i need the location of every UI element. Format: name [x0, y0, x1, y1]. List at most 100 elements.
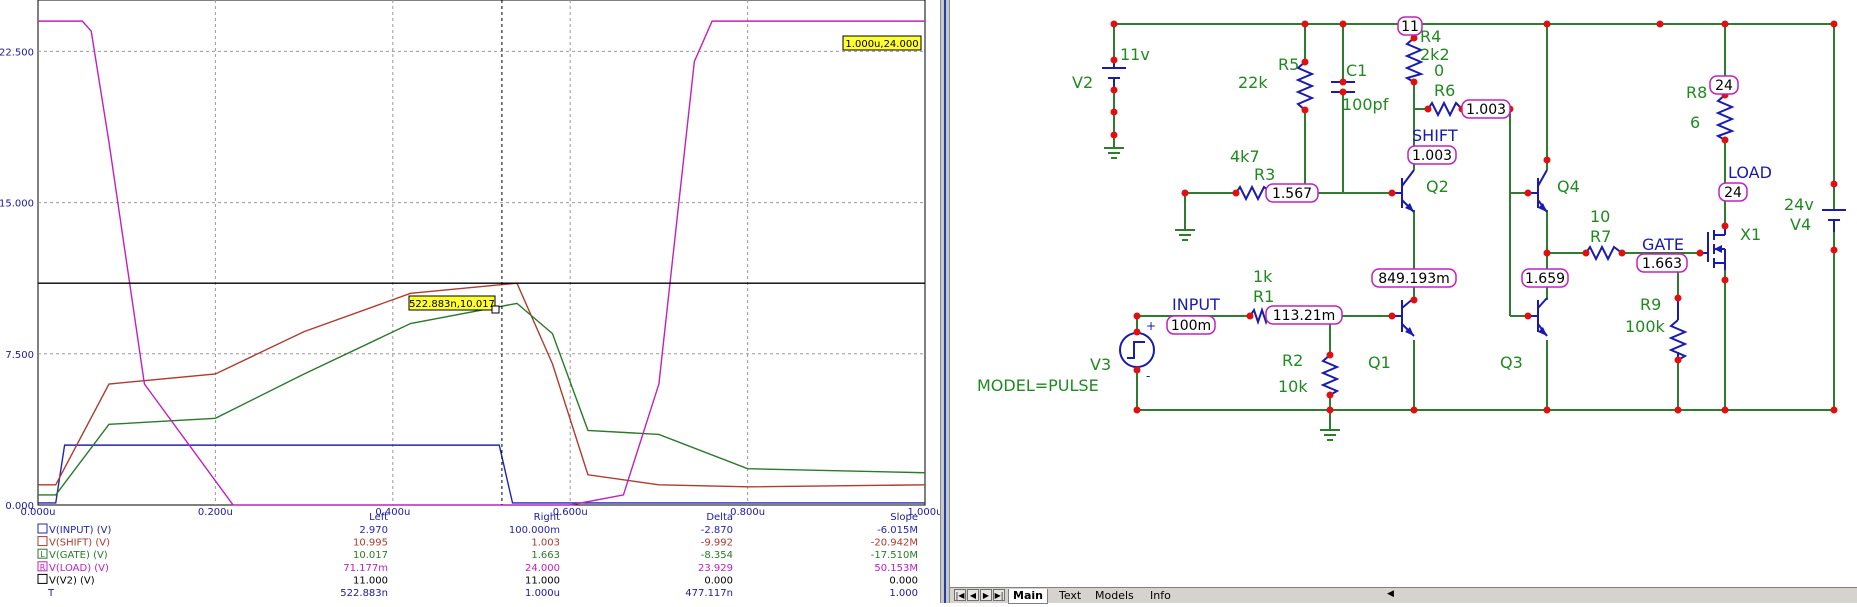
r1-value: 1k	[1253, 267, 1273, 286]
r6-label: R6	[1434, 81, 1455, 100]
node-q1: 849.193m	[1378, 271, 1450, 287]
table-row-name: V(LOAD) (V)	[49, 563, 109, 574]
r9-value: 100k	[1625, 317, 1666, 336]
sheet-tab-bar: |◀ ◀ ▶ ▶| Main Text Models Info ◀	[950, 587, 1857, 604]
table-cell: -6.015M	[877, 525, 918, 536]
table-row-name: V(SHIFT) (V)	[49, 538, 110, 549]
y-tick-label: 0.000	[5, 501, 34, 512]
cursor-marker: R	[40, 563, 46, 572]
table-row-name: V(GATE) (V)	[49, 550, 108, 561]
node-r4: 11	[1401, 19, 1419, 35]
r8-label: R8	[1686, 83, 1707, 102]
r8-value: 6	[1690, 113, 1700, 132]
r4-label: R4	[1420, 27, 1441, 46]
table-header: Slope	[890, 512, 918, 523]
transient-plot[interactable]: 0.000u 0.200u 0.400u 0.600u 0.800u 1.000u0.00…	[0, 0, 942, 603]
node-r3: 1.567	[1272, 186, 1312, 202]
load-label: LOAD	[1728, 163, 1772, 182]
r5-label: R5	[1278, 55, 1299, 74]
series-swatch[interactable]	[37, 573, 48, 584]
table-cell: 1.663	[531, 550, 560, 561]
r9-label: R9	[1640, 295, 1661, 314]
node-load: 24	[1724, 185, 1742, 201]
table-cell: 10.017	[353, 550, 388, 561]
table-cell: 522.883n	[340, 588, 388, 599]
table-cell: -17.510M	[871, 550, 918, 561]
table-cell: -20.942M	[871, 538, 918, 549]
v4-value: 24v	[1784, 195, 1814, 214]
tab-models[interactable]: Models	[1091, 589, 1138, 603]
svg-text:522.883n,10.017: 522.883n,10.017	[409, 299, 495, 310]
r7-label: R7	[1590, 227, 1611, 246]
cursor-table: Left Right Delta Slope V(INPUT) (V) 2.970 100.…	[37, 512, 918, 599]
tab-info[interactable]: Info	[1146, 589, 1175, 603]
v2-value: 11v	[1120, 45, 1150, 64]
table-row-name: V(V2) (V)	[49, 575, 95, 586]
plot-pane[interactable]: 0.000u 0.200u 0.400u 0.600u 0.800u 1.000u 0.00…	[0, 0, 942, 603]
table-cell: 50.153M	[874, 563, 918, 574]
table-cell: 1.000u	[525, 588, 560, 599]
table-header: Right	[534, 512, 560, 523]
x-tick-label: 0.800u	[730, 507, 765, 518]
c1-value: 100pf	[1342, 95, 1389, 114]
table-cell: 11.000	[353, 575, 388, 586]
cursor-handle[interactable]	[491, 305, 500, 314]
r3-value: 4k7	[1230, 147, 1260, 166]
schematic-pane[interactable]: V2 11v R5 22k C1 100pf R4 2k2 0 R6 4k7 R…	[950, 0, 1857, 603]
table-cell: -8.354	[701, 550, 733, 561]
table-cell: -9.992	[701, 538, 733, 549]
first-tab-button[interactable]: |◀	[954, 589, 966, 601]
v3-plus: +	[1146, 319, 1156, 333]
node-input: 100m	[1171, 318, 1211, 334]
table-row-name: T	[47, 588, 55, 599]
node-r6: 1.003	[1466, 102, 1506, 118]
q3-label: Q3	[1500, 353, 1523, 372]
table-cell: 23.929	[698, 563, 733, 574]
x-tick-label: 0.200u	[198, 507, 233, 518]
tab-main[interactable]: Main	[1008, 589, 1048, 604]
table-cell: 0.000	[704, 575, 733, 586]
gate-label: GATE	[1642, 235, 1684, 254]
series-swatch[interactable]	[37, 523, 48, 534]
tab-text[interactable]: Text	[1055, 589, 1085, 603]
r7-value: 10	[1590, 207, 1610, 226]
table-cell: 1.003	[531, 538, 560, 549]
c1-label: C1	[1346, 61, 1367, 80]
table-cell: 10.995	[353, 538, 388, 549]
r2-value: 10k	[1278, 377, 1308, 396]
next-tab-button[interactable]: ▶	[980, 589, 992, 601]
svg-text:1.000u,24.000: 1.000u,24.000	[845, 39, 918, 50]
q1-label: Q1	[1368, 353, 1391, 372]
v2-label: V2	[1072, 73, 1093, 92]
node-q3: 1.659	[1525, 271, 1565, 287]
v3-model: MODEL=PULSE	[977, 376, 1099, 395]
node-gate: 1.663	[1642, 256, 1682, 272]
v3-label: V3	[1090, 355, 1111, 374]
input-label: INPUT	[1172, 295, 1220, 314]
q2-label: Q2	[1426, 177, 1449, 196]
cursor-marker: L	[40, 550, 45, 559]
v3-minus: -	[1146, 369, 1150, 383]
table-cell: 11.000	[525, 575, 560, 586]
series-swatch[interactable]	[37, 536, 48, 547]
pane-splitter[interactable]	[940, 0, 950, 603]
table-header: Left	[369, 512, 388, 523]
table-cell: 2.970	[359, 525, 388, 536]
table-cell: 100.000m	[509, 525, 560, 536]
cursor-label: 522.883n,10.017	[408, 295, 496, 311]
r1-label: R1	[1253, 287, 1274, 306]
table-cell: -2.870	[701, 525, 733, 536]
r2-label: R2	[1282, 351, 1303, 370]
table-cell: 1.000	[889, 588, 918, 599]
prev-tab-button[interactable]: ◀	[967, 589, 979, 601]
node-shift: 1.003	[1412, 148, 1452, 164]
r6-value: 0	[1434, 61, 1444, 80]
table-row-name: V(INPUT) (V)	[49, 525, 111, 536]
schematic-canvas[interactable]: V2 11v R5 22k C1 100pf R4 2k2 0 R6 4k7 R…	[950, 0, 1857, 587]
y-tick-label: 22.500	[0, 47, 34, 58]
last-tab-button[interactable]: ▶|	[993, 589, 1005, 601]
table-cell: 71.177m	[343, 563, 388, 574]
q4-label: Q4	[1557, 177, 1580, 196]
top-right-label: 1.000u,24.000	[842, 35, 922, 51]
scroll-left-icon[interactable]: ◀	[1387, 589, 1394, 599]
